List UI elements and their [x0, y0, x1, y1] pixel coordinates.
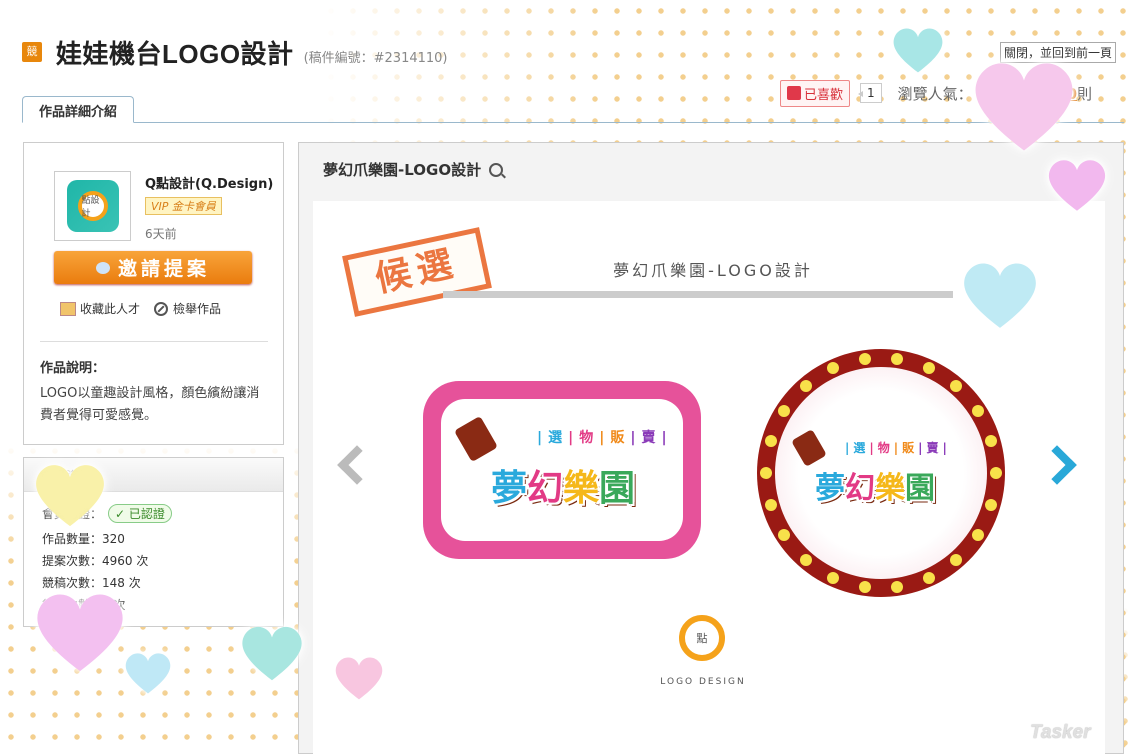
marquee-bulb — [971, 404, 984, 417]
marquee-bulb — [778, 404, 791, 417]
avatar[interactable]: 點設計 — [54, 171, 131, 241]
favorite-talent-link[interactable]: 收藏此人才 — [60, 300, 140, 317]
logo-brand-text: 夢幻樂園 — [491, 468, 636, 509]
marquee-bulb — [922, 571, 935, 584]
tab-details[interactable]: 作品詳細介紹 — [22, 96, 135, 123]
divider — [40, 341, 268, 342]
case-number: (稿件編號：#2314110) — [303, 50, 448, 66]
decor-dots-top — [320, 0, 1138, 150]
marquee-bulb — [799, 380, 812, 393]
heart-decoration — [242, 626, 302, 681]
marquee-bulb — [985, 499, 998, 512]
marquee-bulb — [950, 380, 963, 393]
marquee-bulb — [990, 467, 1002, 479]
action-row: 收藏此人才 檢舉作品 — [60, 300, 235, 317]
work-title: 夢幻爪樂園-LOGO設計 — [323, 161, 482, 179]
logo-tagline: |選|物|販|賣| — [537, 430, 673, 446]
posted-time: 6天前 — [145, 227, 177, 241]
folder-icon — [60, 301, 76, 316]
work-viewer-panel: 夢幻爪樂園-LOGO設計 候選 夢幻爪樂園-LOGO設計 |選|物|販|賣| 夢… — [298, 142, 1124, 754]
designer-name[interactable]: Q點設計(Q.Design) — [145, 173, 273, 192]
marquee-bulb — [858, 580, 871, 593]
marquee-bulb — [891, 580, 904, 593]
marquee-bulb — [827, 571, 840, 584]
invite-icon — [95, 261, 110, 274]
marquee-bulb — [764, 499, 777, 512]
work-heading: 夢幻爪樂園-LOGO設計 — [323, 159, 504, 180]
contest-count: 競稿次數：148 次 — [42, 576, 141, 590]
vip-badge: VIP 金卡會員 — [145, 197, 222, 215]
member-verify-row: 會員認證： ✓ 已認證 — [42, 504, 172, 523]
candidate-stamp: 候選 — [342, 227, 492, 317]
logo-rect-version: |選|物|販|賣| 夢幻樂園 — [423, 381, 701, 559]
invite-proposal-button[interactable]: 邀請提案 — [54, 251, 252, 284]
marquee-bulb — [858, 353, 871, 366]
verified-badge: ✓ 已認證 — [108, 504, 172, 523]
invite-label: 邀請提案 — [117, 258, 210, 280]
marquee-bulb — [922, 362, 935, 375]
report-label: 檢舉作品 — [173, 302, 222, 316]
slide-title-underline — [443, 291, 953, 298]
marquee-bulb — [778, 529, 791, 542]
heart-decoration — [125, 653, 171, 694]
marquee-bulb — [985, 434, 998, 447]
claw-icon — [454, 415, 498, 463]
next-arrow[interactable] — [1037, 445, 1077, 485]
description-heading: 作品說明： — [40, 361, 106, 376]
marquee-bulb — [827, 362, 840, 375]
favorite-label: 收藏此人才 — [80, 302, 141, 316]
proposal-count: 提案次數：4960 次 — [42, 554, 149, 568]
marquee-bulb — [971, 529, 984, 542]
marquee-bulb — [891, 353, 904, 366]
marquee-bulb — [799, 553, 812, 566]
report-work-link[interactable]: 檢舉作品 — [154, 300, 221, 317]
claw-icon — [791, 429, 827, 467]
page-title: 娃娃機台LOGO設計 — [56, 38, 294, 69]
win-count: 得稿次數：1 次 — [42, 598, 126, 612]
avatar-logo: 點設計 — [66, 180, 119, 232]
member-info-card: 會員資訊 會員認證： ✓ 已認證 作品數量：320 提案次數：4960 次 競稿次… — [23, 457, 284, 627]
designer-card: 點設計 Q點設計(Q.Design) VIP 金卡會員 6天前 邀請提案 收藏此… — [23, 142, 284, 445]
logo-brand-text: 夢幻樂園 — [815, 471, 935, 506]
avatar-text: 點設計 — [77, 191, 108, 221]
prohibit-icon — [154, 301, 169, 316]
marquee-bulb — [760, 467, 772, 479]
page-title-bar: 競 娃娃機台LOGO設計 (稿件編號：#2314110) — [22, 32, 448, 72]
description-text: LOGO以童趣設計風格，顏色繽紛讓消費者覺得可愛感覺。 — [40, 386, 260, 423]
tasker-watermark: Tasker — [1030, 722, 1091, 743]
q-design-logo: 點 — [679, 615, 725, 661]
close-back-button[interactable]: 關閉，並回到前一頁 — [1000, 42, 1117, 63]
works-count: 作品數量：320 — [42, 532, 125, 546]
logo-circle-version: |選|物|販|賣| 夢幻樂園 — [757, 349, 1005, 597]
logo-design-caption: LOGO DESIGN — [660, 677, 746, 687]
tab-bar: 作品詳細介紹 — [22, 96, 1124, 123]
slide-title: 夢幻爪樂園-LOGO設計 — [613, 261, 813, 280]
marquee-bulb — [764, 434, 777, 447]
marquee-bulb — [950, 553, 963, 566]
prev-arrow[interactable] — [337, 445, 377, 485]
zoom-icon[interactable] — [489, 162, 504, 177]
image-viewer: 候選 夢幻爪樂園-LOGO設計 |選|物|販|賣| 夢幻樂園 |選|物|販|賣| — [313, 201, 1105, 754]
logo-tagline: |選|物|販|賣| — [845, 441, 951, 455]
heart-decoration — [893, 28, 943, 73]
member-info-heading: 會員資訊 — [24, 458, 283, 492]
contest-icon: 競 — [22, 42, 42, 62]
verify-label: 會員認證： — [42, 507, 103, 521]
